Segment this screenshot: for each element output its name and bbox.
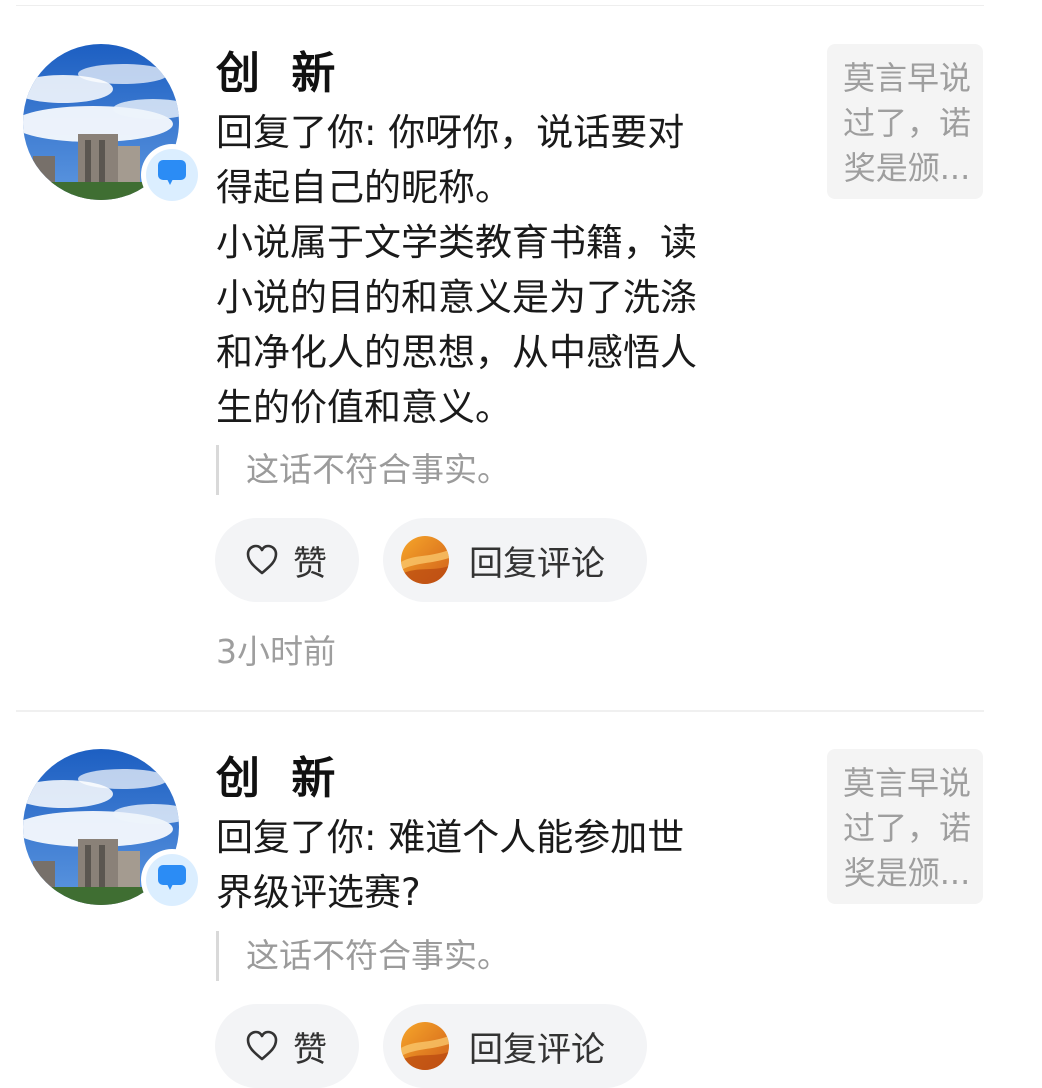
reply-comment-button[interactable]: 回复评论 <box>383 518 647 602</box>
user-name[interactable]: 创 新 <box>216 46 343 102</box>
reply-line: 界级评选赛? <box>216 871 421 914</box>
reply-line: 回复了你: 你呀你，说话要对 <box>216 111 685 154</box>
reply-line: 小说的目的和意义是为了洗涤 <box>216 276 697 319</box>
notification-item[interactable]: 创 新 回复了你: 难道个人能参加世 界级评选赛? 这话不符合事实。 赞 回复评… <box>0 745 1042 1088</box>
reply-avatar-thumbnail <box>401 536 449 584</box>
like-label: 赞 <box>293 543 327 584</box>
origin-line: 过了，诺 <box>842 809 971 847</box>
reply-line: 得起自己的昵称。 <box>216 166 512 209</box>
heart-outline-icon <box>245 544 279 576</box>
timestamp: 3小时前 <box>216 632 336 671</box>
reply-line: 小说属于文学类教育书籍，读 <box>216 221 697 264</box>
quoted-comment: 这话不符合事实。 <box>216 931 756 981</box>
notification-item[interactable]: 创 新 回复了你: 你呀你，说话要对 得起自己的昵称。 小说属于文学类教育书籍，… <box>0 40 1042 680</box>
reply-line: 和净化人的思想，从中感悟人 <box>216 331 697 374</box>
user-avatar[interactable] <box>23 44 203 206</box>
origin-line: 莫言早说 <box>842 764 971 802</box>
reply-comment-label: 回复评论 <box>469 543 605 584</box>
origin-line: 过了，诺 <box>842 104 971 142</box>
message-icon <box>157 864 187 896</box>
badge <box>141 849 203 911</box>
original-comment-preview[interactable]: 莫言早说 过了，诺 奖是颁... <box>827 749 983 904</box>
message-icon <box>157 159 187 191</box>
origin-line: 奖是颁... <box>843 854 971 892</box>
like-label: 赞 <box>293 1029 327 1070</box>
reply-line: 生的价值和意义。 <box>216 386 512 429</box>
origin-line: 奖是颁... <box>843 149 971 187</box>
like-button[interactable]: 赞 <box>215 518 359 602</box>
user-name[interactable]: 创 新 <box>216 751 343 807</box>
reply-comment-button[interactable]: 回复评论 <box>383 1004 647 1088</box>
reply-comment-label: 回复评论 <box>469 1029 605 1070</box>
top-divider <box>16 5 984 6</box>
divider <box>16 710 984 712</box>
user-avatar[interactable] <box>23 749 203 911</box>
reply-text[interactable]: 回复了你: 你呀你，说话要对 得起自己的昵称。 小说属于文学类教育书籍，读 小说… <box>216 105 776 435</box>
like-button[interactable]: 赞 <box>215 1004 359 1088</box>
reply-avatar-thumbnail <box>401 1022 449 1070</box>
origin-line: 莫言早说 <box>842 59 971 97</box>
reply-line: 回复了你: 难道个人能参加世 <box>216 816 685 859</box>
badge <box>141 144 203 206</box>
reply-text[interactable]: 回复了你: 难道个人能参加世 界级评选赛? <box>216 810 776 920</box>
original-comment-preview[interactable]: 莫言早说 过了，诺 奖是颁... <box>827 44 983 199</box>
quoted-comment: 这话不符合事实。 <box>216 445 756 495</box>
heart-outline-icon <box>245 1030 279 1062</box>
